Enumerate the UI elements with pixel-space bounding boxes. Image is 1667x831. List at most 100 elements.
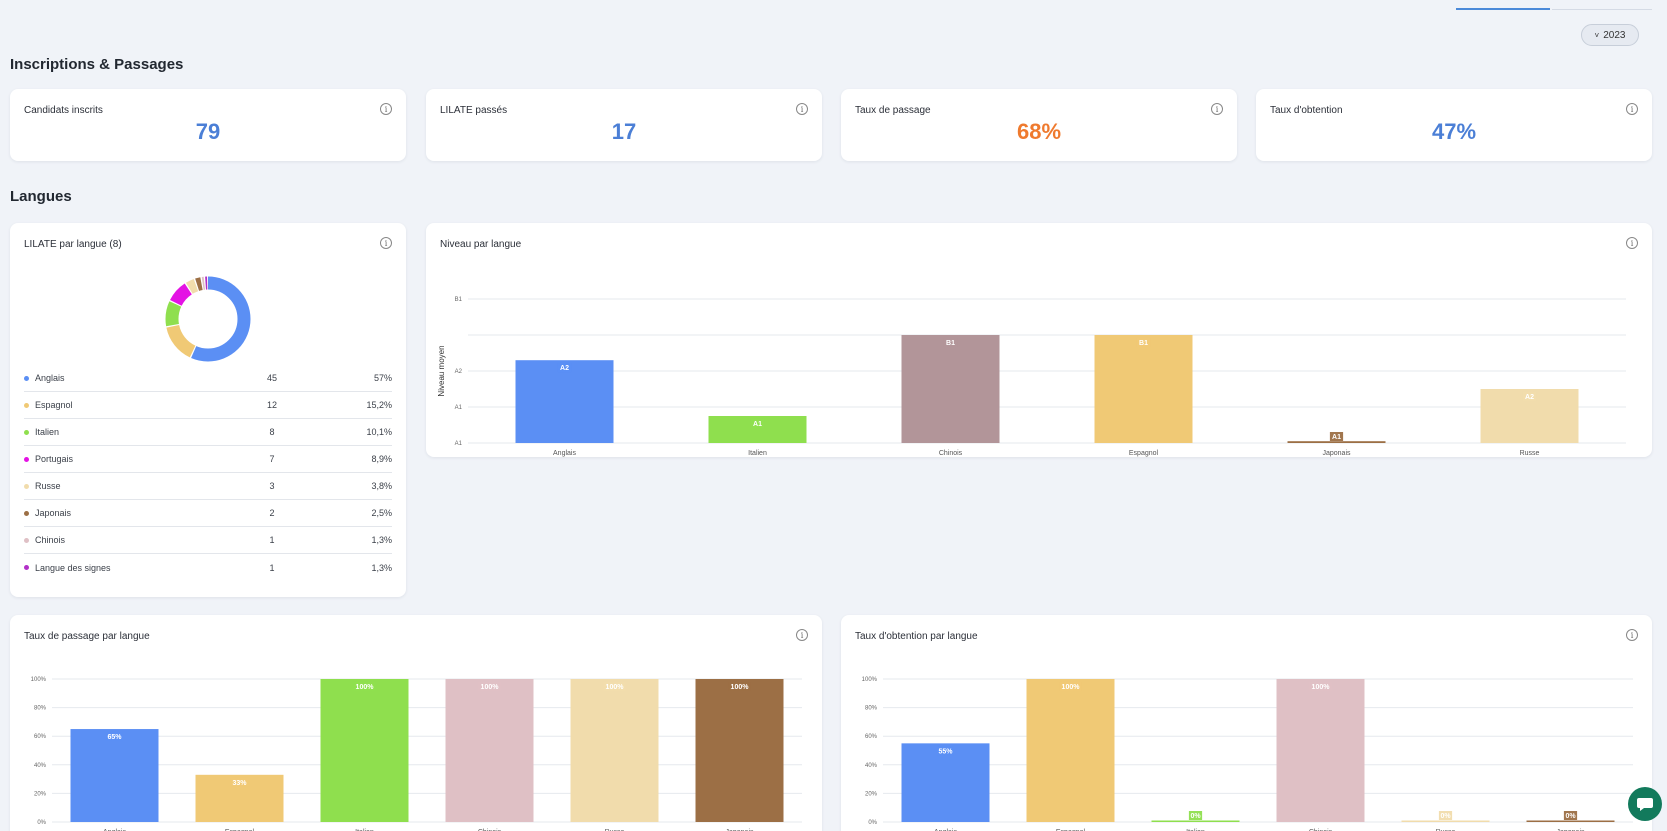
legend-count: 2 (269, 508, 275, 518)
legend-dot (24, 375, 29, 381)
legend-dot (24, 429, 29, 435)
legend-count: 8 (269, 427, 275, 437)
legend-row: Portugais 7 8,9% (24, 446, 392, 473)
y-tick-label: 40% (34, 763, 47, 769)
legend-count: 45 (266, 373, 277, 383)
y-tick-label: 60% (865, 734, 878, 740)
legend-pct: 57% (373, 373, 392, 383)
passage-bar-chart: 0%20%40%60%80%100%65%Anglais33%Espagnol1… (31, 677, 802, 831)
bar-espagnol[interactable] (1026, 679, 1115, 822)
y-tick-label: A2 (455, 369, 463, 375)
y-tick-label: 0% (37, 820, 46, 826)
y-tick-label: 20% (865, 791, 878, 797)
info-icon[interactable]: i (1626, 237, 1638, 249)
y-tick-label: 0% (868, 820, 877, 826)
data-label: A2 (1525, 394, 1534, 401)
y-tick-label: 80% (865, 706, 878, 712)
legend-count: 1 (269, 562, 275, 573)
data-label: B1 (946, 340, 955, 347)
data-label: B1 (1139, 340, 1148, 347)
kpi-value: 47% (1431, 119, 1477, 144)
kpi-value: 17 (611, 119, 637, 144)
legend-pct: 1,3% (371, 562, 392, 573)
info-icon[interactable]: i (380, 103, 392, 115)
legend-pct: 8,9% (371, 454, 392, 464)
legend-row: Espagnol 12 15,2% (24, 392, 392, 419)
y-tick-label: 100% (31, 677, 47, 683)
data-label: 55% (938, 748, 953, 755)
kpi-label: Taux de passage (855, 105, 931, 116)
bar-chinois[interactable] (445, 679, 534, 822)
kpi-label: Candidats inscrits (24, 105, 103, 116)
donut-card: LILATE par langue (8) i Anglais 45 57% Espa… (10, 223, 406, 597)
x-tick-label: Chinois (939, 450, 963, 457)
y-tick-label: 80% (34, 706, 47, 712)
bar-anglais[interactable] (515, 360, 614, 443)
data-label: 100% (1312, 684, 1331, 691)
legend-count: 3 (269, 481, 275, 491)
card-title: Niveau par langue (440, 239, 522, 250)
y-tick-label: 100% (862, 677, 878, 683)
legend-dot (24, 456, 29, 462)
kpi-card-taux-obtention: Taux d'obtention i 47% (1256, 89, 1652, 161)
info-icon[interactable]: i (1626, 103, 1638, 115)
section-title-langues: Langues (10, 188, 72, 205)
info-icon[interactable]: i (1211, 103, 1223, 115)
year-selector[interactable]: ˅ 2023 (1581, 24, 1639, 46)
legend-pct: 15,2% (366, 400, 392, 410)
legend-name: Espagnol (35, 400, 73, 410)
x-tick-label: Japonais (1322, 450, 1351, 457)
bar-russe[interactable] (1401, 820, 1490, 823)
legend-pct: 2,5% (371, 508, 392, 518)
info-icon[interactable]: i (1626, 629, 1638, 641)
data-label: 100% (356, 684, 375, 691)
kpi-label: LILATE passés (440, 105, 508, 116)
legend-dot (24, 537, 29, 543)
bar-italien[interactable] (1151, 820, 1240, 823)
legend-dot (24, 402, 29, 408)
chat-icon (1637, 798, 1653, 811)
info-icon[interactable]: i (796, 629, 808, 641)
data-label: 33% (232, 780, 247, 787)
info-icon[interactable]: i (380, 237, 392, 249)
bar-italien[interactable] (320, 679, 409, 822)
bar-japonais[interactable] (1287, 441, 1386, 443)
y-axis-label: Niveau moyen (437, 345, 446, 396)
tab-indicator (1552, 0, 1652, 10)
data-label: 100% (481, 684, 500, 691)
kpi-value: 79 (195, 119, 221, 144)
kpi-card-lilate: LILATE passés i 17 (426, 89, 822, 161)
data-label: 100% (731, 684, 750, 691)
data-label: A1 (1332, 434, 1341, 441)
legend-row: Italien 8 10,1% (24, 419, 392, 446)
legend-count: 1 (269, 535, 275, 545)
legend-name: Italien (35, 427, 60, 437)
legend-count: 12 (266, 400, 277, 410)
obtention-bar-chart: 0%20%40%60%80%100%55%Anglais100%Espagnol… (862, 677, 1633, 831)
section-title-inscriptions: Inscriptions & Passages (10, 56, 184, 73)
bar-japonais[interactable] (695, 679, 784, 822)
info-icon[interactable]: i (796, 103, 808, 115)
bar-anglais[interactable] (70, 729, 159, 822)
niveau-bar-chart: A1 A1 A2 B1 Niveau moyen A2 Anglais A1 Italien B1… (437, 297, 1626, 457)
x-tick-label: Anglais (553, 450, 576, 457)
bar-japonais[interactable] (1526, 820, 1615, 823)
legend-name: Anglais (35, 373, 65, 383)
y-tick-label: 40% (865, 763, 878, 769)
data-label: 65% (107, 734, 122, 741)
legend-dot (24, 510, 29, 516)
data-label: A2 (560, 365, 569, 372)
bar-russe[interactable] (570, 679, 659, 822)
legend-pct: 10,1% (366, 427, 392, 437)
bar-chinois[interactable] (901, 335, 1000, 443)
data-label: 0% (1190, 813, 1201, 820)
legend-row: Russe 3 3,8% (24, 473, 392, 500)
chat-button[interactable] (1628, 787, 1662, 821)
kpi-card-candidats: Candidats inscrits i 79 (10, 89, 406, 161)
legend-row: Chinois 1 1,3% (24, 527, 392, 554)
y-tick-label: A1 (455, 405, 463, 411)
x-tick-label: Italien (748, 450, 767, 457)
bar-chinois[interactable] (1276, 679, 1365, 822)
bar-espagnol[interactable] (1094, 335, 1193, 443)
niveau-card: Niveau par langue i A1 A1 A2 B1 Niveau moyen… (426, 223, 1652, 457)
